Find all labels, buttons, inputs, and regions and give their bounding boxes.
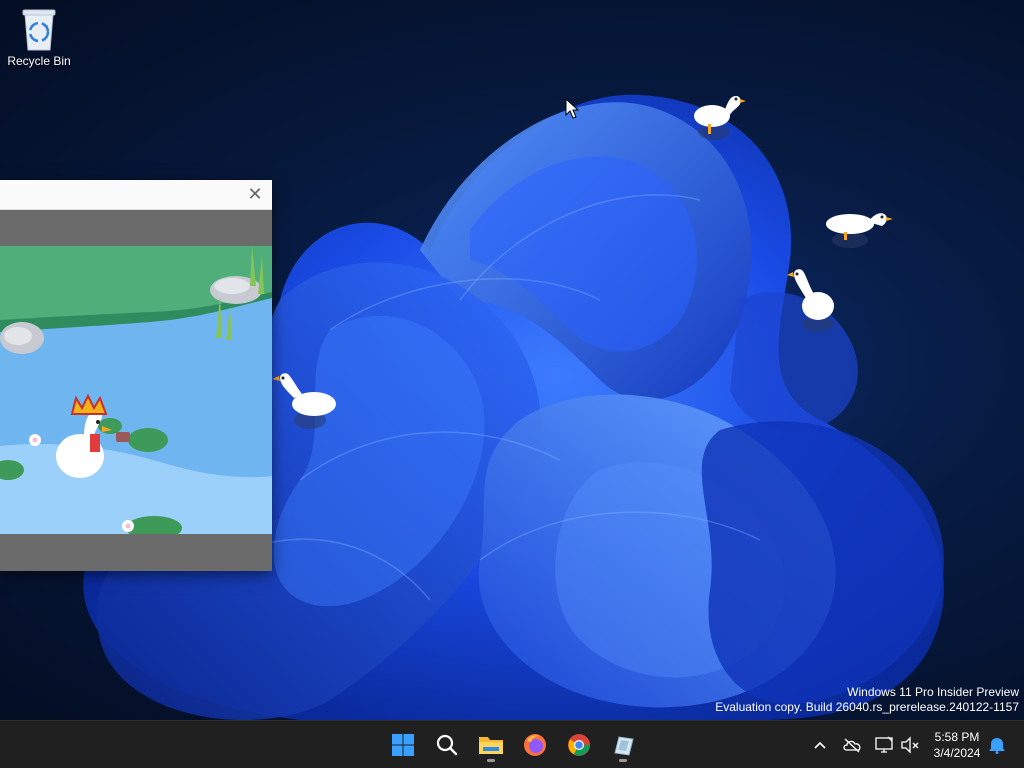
- game-window-titlebar[interactable]: ✕: [0, 180, 272, 210]
- volume-muted-icon: [901, 736, 919, 754]
- desktop-goose-app-button[interactable]: [605, 727, 641, 763]
- goose-sprite[interactable]: [270, 370, 340, 434]
- clock-date: 3/4/2024: [933, 746, 981, 760]
- watermark-line-1: Windows 11 Pro Insider Preview: [847, 685, 1019, 699]
- network-icon: [875, 736, 893, 753]
- pond-scene: [0, 246, 272, 534]
- desktop-goose-app-icon: [614, 736, 634, 756]
- desktop[interactable]: Recycle Bin ✕ Windows 11 Pro Insider Pre…: [0, 0, 1024, 720]
- onedrive-tray-button[interactable]: [841, 734, 863, 756]
- game-window-bottom-band: [0, 534, 272, 571]
- game-viewport[interactable]: [0, 246, 272, 534]
- search-button[interactable]: [429, 727, 465, 763]
- game-window[interactable]: ✕: [0, 180, 272, 571]
- evaluation-watermark: Windows 11 Pro Insider Preview Evaluatio…: [715, 685, 1019, 715]
- recycle-bin-icon: [22, 9, 56, 51]
- running-indicator: [619, 759, 627, 762]
- clock-time: 5:58 PM: [934, 730, 980, 744]
- file-explorer-button[interactable]: [473, 727, 509, 763]
- goose-sprite[interactable]: [784, 266, 844, 336]
- windows-start-icon: [392, 734, 414, 756]
- show-hidden-icons-button[interactable]: [809, 734, 831, 756]
- chevron-up-icon: [814, 741, 826, 749]
- desktop-icon-recycle-bin[interactable]: Recycle Bin: [2, 6, 76, 68]
- running-indicator: [487, 759, 495, 762]
- onedrive-offline-icon: [843, 738, 861, 753]
- firefox-button[interactable]: [517, 727, 553, 763]
- desktop-icon-label: Recycle Bin: [7, 54, 71, 68]
- game-window-top-band: [0, 210, 272, 246]
- goose-sprite[interactable]: [822, 202, 894, 252]
- volume-tray-button[interactable]: [899, 734, 921, 756]
- file-explorer-icon: [479, 737, 503, 754]
- goose-sprite[interactable]: [688, 88, 750, 144]
- chrome-button[interactable]: [561, 727, 597, 763]
- mouse-cursor-icon: [565, 98, 579, 119]
- notifications-button[interactable]: [986, 734, 1008, 756]
- taskbar-clock[interactable]: 5:58 PM 3/4/2024: [925, 729, 989, 761]
- search-icon: [436, 734, 458, 756]
- firefox-icon: [524, 734, 546, 756]
- watermark-line-2: Evaluation copy. Build 26040.rs_prerelea…: [715, 700, 1019, 714]
- start-button[interactable]: [385, 727, 421, 763]
- network-tray-button[interactable]: [873, 734, 895, 756]
- taskbar: 5:58 PM 3/4/2024: [0, 720, 1024, 768]
- notifications-bell-icon: [989, 738, 1005, 754]
- close-button[interactable]: ✕: [244, 183, 266, 205]
- chrome-icon: [568, 734, 590, 756]
